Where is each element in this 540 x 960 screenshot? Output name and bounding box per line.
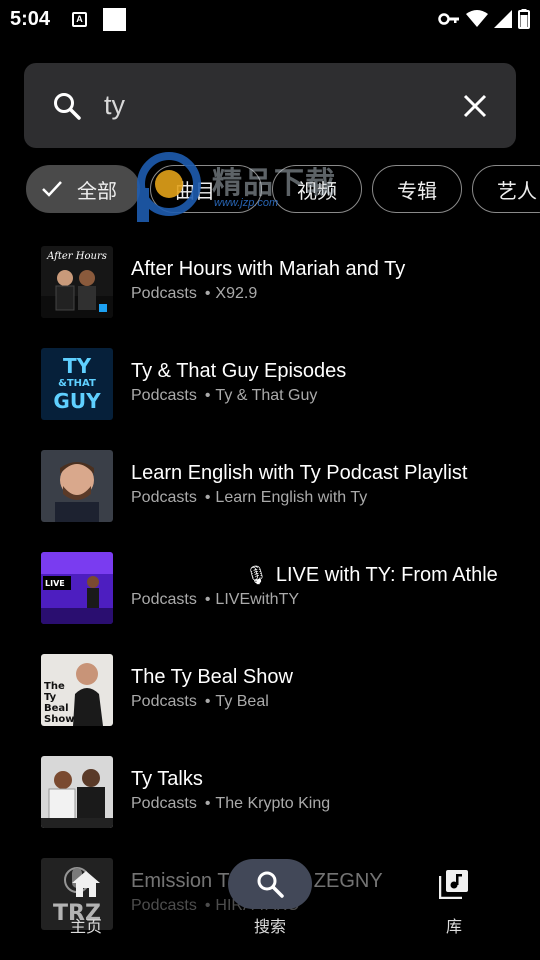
nav-home-label: 主页 (69, 919, 102, 936)
nav-library[interactable]: 库 (394, 850, 514, 937)
result-author: Ty Beal (215, 693, 269, 710)
check-icon (42, 181, 62, 197)
nav-search-label: 搜索 (253, 919, 286, 936)
result-title: Ty & That Guy Episodes (131, 360, 347, 382)
podcast-thumbnail (41, 450, 113, 522)
thumb-the-text: The (44, 681, 65, 692)
status-bar: 5:04 A (0, 0, 540, 38)
result-title: After Hours with Mariah and Ty (131, 258, 406, 280)
battery-icon (518, 9, 530, 29)
nav-search[interactable]: 搜索 (210, 850, 330, 937)
status-time: 5:04 (10, 7, 51, 30)
search-icon[interactable] (52, 91, 82, 121)
chip-videos[interactable]: 视频 (272, 165, 362, 213)
chip-songs-label: 曲目 (175, 180, 215, 203)
chip-all[interactable]: 全部 (26, 165, 140, 213)
result-subtitle: Podcasts • The Krypto King (131, 795, 331, 812)
close-icon[interactable] (462, 93, 488, 119)
chip-videos-label: 视频 (297, 180, 337, 203)
search-bar[interactable] (24, 63, 516, 148)
result-title-text: LIVE with TY: From Athlet (275, 564, 497, 586)
thumb-show-text: Show (44, 714, 74, 725)
podcast-thumbnail: The Ty Beal Show (41, 654, 113, 726)
search-icon (257, 871, 284, 898)
result-title: The Ty Beal Show (131, 666, 293, 688)
chip-albums[interactable]: 专辑 (372, 165, 462, 213)
home-icon (72, 871, 100, 897)
chip-albums-label: 专辑 (397, 180, 437, 203)
key-icon (438, 13, 459, 25)
result-type: Podcasts (131, 285, 197, 302)
bottom-navigation: 主页 搜索 库 (0, 850, 540, 960)
result-author: LIVEwithTY (215, 591, 300, 608)
result-type: Podcasts (131, 693, 197, 710)
a-badge-icon: A (72, 11, 88, 27)
result-author: The Krypto King (215, 795, 331, 812)
result-type: Podcasts (131, 795, 197, 812)
thumb-ty-text: TY (63, 354, 92, 378)
notification-square-icon (103, 7, 127, 31)
result-item[interactable]: Learn English with Ty Podcast Playlist P… (0, 450, 540, 552)
thumb-ty-text: Ty (44, 692, 57, 703)
nav-search-active-pill (228, 859, 312, 909)
result-title: Learn English with Ty Podcast Playlist (131, 462, 468, 484)
result-subtitle: Podcasts • Ty Beal (131, 693, 269, 710)
nav-home[interactable]: 主页 (26, 850, 146, 937)
podcast-thumbnail: LIVE (41, 552, 113, 624)
result-type: Podcasts (131, 489, 197, 506)
search-input[interactable] (104, 90, 462, 121)
result-title: Ty Talks (131, 768, 203, 790)
wifi-icon (466, 10, 488, 27)
podcast-thumbnail (41, 756, 113, 828)
microphone-icon: 🎙 (245, 565, 268, 585)
result-subtitle: Podcasts • X92.9 (131, 285, 258, 302)
podcast-thumbnail: TY &THAT GUY (41, 348, 113, 420)
result-item[interactable]: After Hours After Hours with Mariah and … (0, 246, 540, 348)
chip-artists-label: 艺人 (497, 180, 537, 203)
chip-songs[interactable]: 曲目 (150, 165, 262, 213)
result-subtitle: Podcasts • Learn English with Ty (131, 489, 368, 506)
result-author: Learn English with Ty (215, 489, 368, 506)
thumb-guy-text: GUY (53, 389, 101, 413)
result-item[interactable]: LIVE 🎙 LIVE with TY: From Athlet Podcasts… (0, 552, 540, 654)
result-subtitle: Podcasts • LIVEwithTY (131, 591, 300, 608)
thumb-after-hours-text: After Hours (46, 251, 107, 262)
result-type: Podcasts (131, 591, 197, 608)
thumb-beal-text: Beal (44, 703, 69, 714)
result-item[interactable]: The Ty Beal Show The Ty Beal Show Podcas… (0, 654, 540, 756)
result-title: 🎙 LIVE with TY: From Athlet (131, 562, 497, 588)
chip-all-label: 全部 (77, 180, 117, 203)
chip-artists[interactable]: 艺人 (472, 165, 540, 213)
result-author: X92.9 (215, 285, 258, 302)
result-type: Podcasts (131, 387, 197, 404)
signal-icon (494, 10, 512, 28)
library-music-icon (439, 870, 468, 899)
result-item[interactable]: TY &THAT GUY Ty & That Guy Episodes Podc… (0, 348, 540, 450)
result-item[interactable]: Ty Talks Podcasts • The Krypto King (0, 756, 540, 858)
filter-chips: 全部 曲目 视频 专辑 艺人 (26, 165, 540, 213)
result-author: Ty & That Guy (215, 387, 318, 404)
nav-library-label: 库 (445, 919, 462, 936)
podcast-thumbnail: After Hours (41, 246, 113, 318)
result-subtitle: Podcasts • Ty & That Guy (131, 387, 318, 404)
thumb-live-text: LIVE (45, 579, 65, 588)
thumb-that-text: &THAT (58, 378, 96, 389)
